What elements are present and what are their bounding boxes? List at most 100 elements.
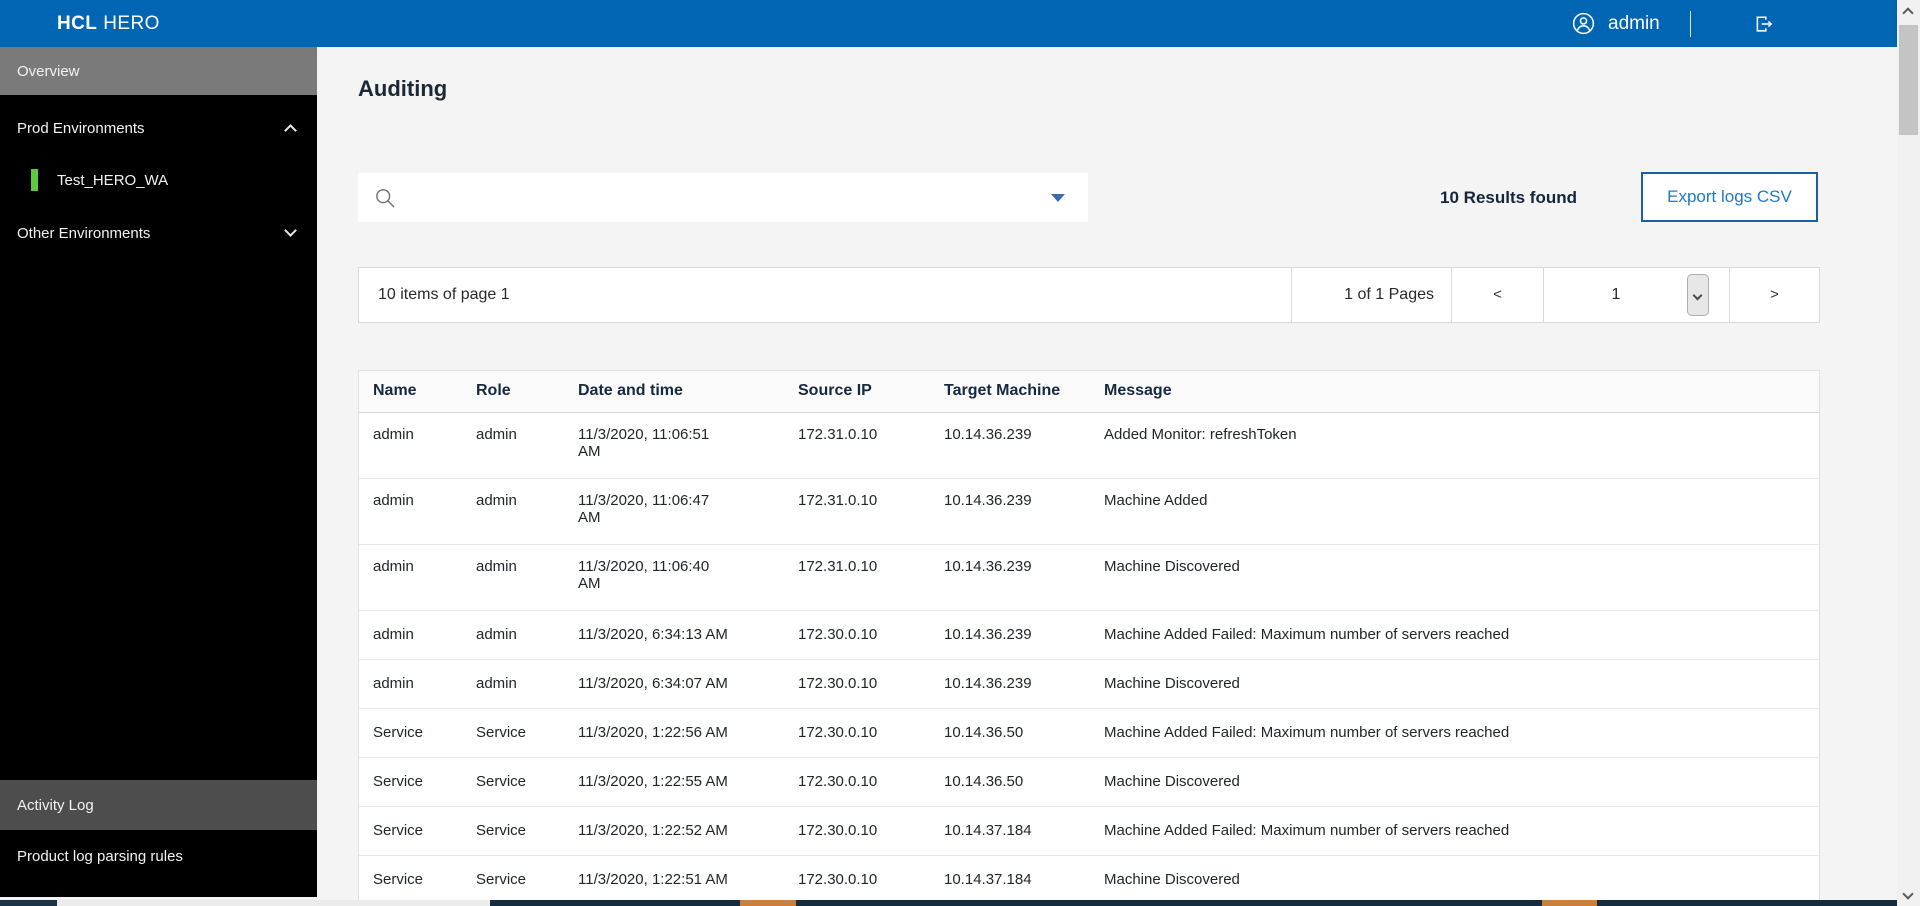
sidebar-item-label: Other Environments — [17, 224, 151, 242]
table-cell: 10.14.36.239 — [930, 412, 1090, 479]
table-row: admin admin 11/3/2020, 6:34:07 AM 172.30.0.… — [359, 659, 1819, 709]
sidebar-item-test-hero-wa[interactable]: Test_HERO_WA — [0, 158, 317, 202]
table-row: admin admin 11/3/2020, 11:06:51 AM 172.31.0… — [359, 412, 1819, 479]
table-cell: admin — [359, 659, 462, 709]
table-cell: Service — [359, 708, 462, 758]
username[interactable]: admin — [1608, 13, 1660, 35]
user-area: admin — [1572, 0, 1775, 47]
column-header: Target Machine — [930, 371, 1090, 413]
pagination-bar: 10 items of page 1 1 of 1 Pages < 1 > — [358, 267, 1820, 323]
table-cell: 172.30.0.10 — [784, 806, 930, 856]
sidebar-item-activity-log[interactable]: Activity Log — [0, 780, 317, 830]
previous-page-button[interactable]: < — [1451, 268, 1543, 322]
table-cell: Machine Added Failed: Maximum number of … — [1090, 708, 1819, 758]
table-cell: Service — [359, 757, 462, 807]
table-cell: admin — [359, 478, 462, 545]
table-cell: 10.14.36.239 — [930, 610, 1090, 660]
table-row: admin admin 11/3/2020, 11:06:40 AM 172.31.0… — [359, 544, 1819, 611]
footer-strip-dark — [0, 900, 57, 906]
table-cell: Service — [359, 806, 462, 856]
export-logs-csv-button[interactable]: Export logs CSV — [1641, 172, 1818, 222]
table-cell: Machine Discovered — [1090, 544, 1819, 611]
table-cell: Service — [462, 855, 564, 900]
table-row: Service Service 11/3/2020, 1:22:55 AM 172.3… — [359, 757, 1819, 807]
table-cell: 11/3/2020, 6:34:07 AM — [564, 659, 784, 709]
table-cell: 172.31.0.10 — [784, 412, 930, 479]
table-cell: 172.30.0.10 — [784, 757, 930, 807]
table-cell: 10.14.36.50 — [930, 757, 1090, 807]
results-count: 10 Results found — [1440, 188, 1577, 207]
table-cell: 172.30.0.10 — [784, 708, 930, 758]
search-input[interactable] — [395, 173, 1051, 222]
table-cell: 11/3/2020, 1:22:55 AM — [564, 757, 784, 807]
table-cell: 10.14.36.239 — [930, 478, 1090, 545]
table-row: Service Service 11/3/2020, 1:22:51 AM 172.3… — [359, 855, 1819, 900]
table-cell: 11/3/2020, 1:22:56 AM — [564, 708, 784, 758]
table-cell: Machine Added Failed: Maximum number of … — [1090, 610, 1819, 660]
table-cell: admin — [462, 544, 564, 611]
sidebar-item-prod-environments[interactable]: Prod Environments — [0, 106, 317, 150]
sidebar-item-product-log-parsing-rules[interactable]: Product log parsing rules — [0, 830, 317, 882]
sidebar-item-label: Prod Environments — [17, 119, 145, 137]
sidebar: Overview Prod Environments Test_HERO_WA … — [0, 47, 317, 897]
column-header: Name — [359, 371, 462, 413]
table-cell: Service — [462, 708, 564, 758]
footer-strip-navy — [796, 900, 1542, 906]
header-divider — [1689, 10, 1691, 37]
table-cell: Added Monitor: refreshToken — [1090, 412, 1819, 479]
app-logo: HCL HERO — [57, 0, 160, 47]
table-cell: admin — [462, 478, 564, 545]
table-cell: Service — [359, 855, 462, 900]
table-cell: Service — [462, 757, 564, 807]
search-box — [358, 173, 1088, 222]
footer-strip-navy — [490, 900, 740, 906]
table-cell: admin — [462, 412, 564, 479]
table-cell: admin — [359, 610, 462, 660]
table-cell: 10.14.36.50 — [930, 708, 1090, 758]
scrollbar-thumb[interactable] — [1899, 25, 1918, 135]
scroll-up-arrow-icon[interactable] — [1902, 7, 1914, 19]
table-cell: 11/3/2020, 1:22:51 AM — [564, 855, 784, 900]
select-scroll-widget[interactable] — [1687, 274, 1709, 316]
footer-strip-orange — [1542, 900, 1597, 906]
table-cell: 172.30.0.10 — [784, 659, 930, 709]
table-cell: admin — [462, 610, 564, 660]
sidebar-item-overview[interactable]: Overview — [0, 47, 317, 95]
caret-down-icon[interactable] — [1051, 193, 1065, 202]
table-row: admin admin 11/3/2020, 11:06:47 AM 172.31.0… — [359, 478, 1819, 545]
table-row: admin admin 11/3/2020, 6:34:13 AM 172.30.0.… — [359, 610, 1819, 660]
sidebar-item-other-environments[interactable]: Other Environments — [0, 211, 317, 255]
table-cell: 172.31.0.10 — [784, 544, 930, 611]
column-header: Date and time — [564, 371, 784, 413]
table-row: Service Service 11/3/2020, 1:22:52 AM 172.3… — [359, 806, 1819, 856]
audit-log-table-container: Name Role Date and time Source IP Target Mac… — [358, 370, 1820, 901]
table-cell: Machine Discovered — [1090, 659, 1819, 709]
logo-hcl: HCL — [57, 12, 98, 34]
page-number-select[interactable]: 1 — [1543, 268, 1729, 322]
next-page-button[interactable]: > — [1729, 268, 1819, 322]
footer-strip-light — [57, 900, 490, 906]
table-row: Service Service 11/3/2020, 1:22:56 AM 172.3… — [359, 708, 1819, 758]
column-header: Message — [1090, 371, 1819, 413]
chevron-down-icon — [284, 224, 297, 237]
vertical-scrollbar[interactable] — [1897, 0, 1920, 906]
sidebar-item-label: Test_HERO_WA — [57, 171, 169, 189]
items-of-page-text: 10 items of page 1 — [378, 286, 510, 303]
sidebar-item-label: Overview — [17, 62, 80, 80]
scroll-down-arrow-icon[interactable] — [1902, 888, 1914, 900]
column-header: Source IP — [784, 371, 930, 413]
chevron-down-icon — [1692, 290, 1703, 301]
main-content: Auditing 10 Results found Export logs CS… — [317, 47, 1897, 901]
table-cell: 11/3/2020, 11:06:47 AM — [564, 478, 784, 545]
column-header: Role — [462, 371, 564, 413]
table-cell: 10.14.37.184 — [930, 806, 1090, 856]
page-title: Auditing — [358, 76, 448, 101]
table-cell: Machine Discovered — [1090, 855, 1819, 900]
magnifier-icon — [376, 188, 395, 207]
table-cell: 10.14.36.239 — [930, 659, 1090, 709]
table-cell: 11/3/2020, 1:22:52 AM — [564, 806, 784, 856]
footer-strip-navy — [1597, 900, 1897, 906]
table-cell: 172.31.0.10 — [784, 478, 930, 545]
logout-icon[interactable] — [1753, 13, 1775, 35]
sidebar-item-label: Activity Log — [17, 796, 94, 814]
